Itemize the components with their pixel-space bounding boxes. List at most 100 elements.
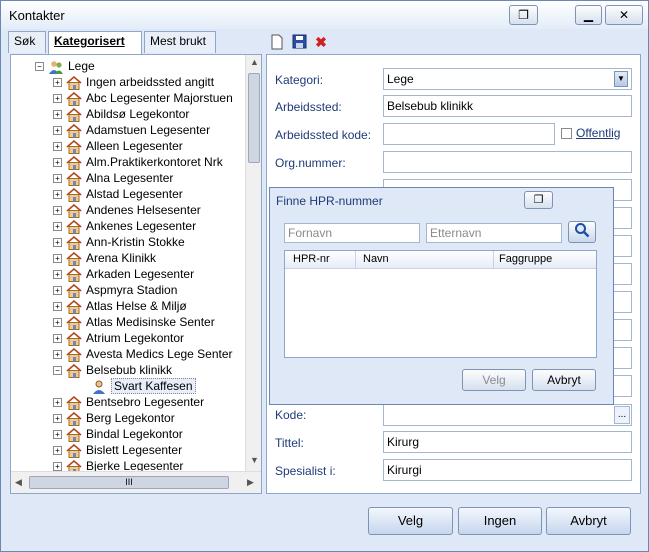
new-document-icon[interactable] bbox=[269, 34, 285, 50]
tree-node-label: Atrium Legekontor bbox=[86, 331, 185, 345]
tree-node-label: Alna Legesenter bbox=[86, 171, 174, 185]
tree-node-arbeidssted[interactable]: + Alm.Praktikerkontoret Nrk bbox=[53, 154, 223, 170]
restore-icon[interactable]: ❐ bbox=[524, 191, 553, 209]
tree-node-arbeidssted[interactable]: + Arena Klinikk bbox=[53, 250, 156, 266]
velg-button[interactable]: Velg bbox=[368, 507, 453, 535]
expand-toggle-icon[interactable]: − bbox=[53, 366, 62, 376]
tree-node-arbeidssted[interactable]: + Alna Legesenter bbox=[53, 170, 173, 186]
expand-toggle-icon[interactable]: + bbox=[53, 350, 62, 360]
tree-node-arbeidssted[interactable]: + Bislett Legesenter bbox=[53, 442, 182, 458]
expand-toggle-icon[interactable]: + bbox=[53, 318, 62, 328]
dialog-velg-button[interactable]: Velg bbox=[462, 369, 526, 391]
tree-node-arbeidssted[interactable]: + Alstad Legesenter bbox=[53, 186, 183, 202]
tree-node-arbeidssted[interactable]: + Bentsebro Legesenter bbox=[53, 394, 204, 410]
expand-toggle-icon[interactable]: + bbox=[53, 254, 62, 264]
expand-toggle-icon[interactable]: + bbox=[53, 222, 62, 232]
tree-node-arbeidssted[interactable]: + Abc Legesenter Majorstuen bbox=[53, 90, 233, 106]
expand-toggle-icon[interactable]: + bbox=[53, 398, 62, 408]
kode-field[interactable] bbox=[383, 404, 632, 426]
tree-node-label: Ingen arbeidssted angitt bbox=[86, 75, 215, 89]
kategori-select[interactable]: Lege ▼ bbox=[383, 68, 632, 90]
restore-icon[interactable]: ❐ bbox=[509, 5, 538, 25]
tree-node-arbeidssted[interactable]: + Adamstuen Legesenter bbox=[53, 122, 210, 138]
dialog-title: Finne HPR-nummer bbox=[276, 194, 383, 208]
category-tree[interactable]: − Lege + Ingen arbeidssted angitt + Abc Leges… bbox=[11, 55, 245, 471]
tree-node-arbeidssted[interactable]: + Alleen Legesenter bbox=[53, 138, 183, 154]
tab-sok[interactable]: Søk bbox=[8, 31, 46, 53]
tree-node-contact[interactable]: Svart Kaffesen bbox=[91, 378, 196, 394]
tree-node-arbeidssted[interactable]: + Ankenes Legesenter bbox=[53, 218, 196, 234]
expand-toggle-icon[interactable]: + bbox=[53, 190, 62, 200]
expand-toggle-icon[interactable]: + bbox=[53, 126, 62, 136]
tree-node-arbeidssted[interactable]: + Ann-Kristin Stokke bbox=[53, 234, 185, 250]
expand-toggle-icon[interactable]: + bbox=[53, 334, 62, 344]
expand-toggle-icon[interactable]: − bbox=[35, 62, 44, 72]
expand-toggle-icon[interactable]: + bbox=[53, 446, 62, 456]
tab-mest-brukt[interactable]: Mest brukt bbox=[144, 31, 216, 53]
tree-node-arbeidssted[interactable]: + Bjerke Legesenter bbox=[53, 458, 183, 471]
spesialist-field[interactable]: Kirurgi bbox=[383, 459, 632, 481]
expand-toggle-icon[interactable]: + bbox=[53, 238, 62, 248]
tree-node-arbeidssted[interactable]: + Berg Legekontor bbox=[53, 410, 175, 426]
tree-node-arbeidssted[interactable]: + Atrium Legekontor bbox=[53, 330, 184, 346]
search-icon[interactable] bbox=[568, 221, 596, 243]
tree-node-arbeidssted[interactable]: + Arkaden Legesenter bbox=[53, 266, 194, 282]
tree-node-label: Abc Legesenter Majorstuen bbox=[86, 91, 233, 105]
expand-toggle-icon[interactable]: + bbox=[53, 462, 62, 471]
hpr-results-grid[interactable]: HPR-nr Navn Faggruppe bbox=[284, 250, 597, 358]
tree-node-arbeidssted[interactable]: + Andenes Helsesenter bbox=[53, 202, 201, 218]
minimize-icon[interactable]: ▁ bbox=[575, 5, 602, 25]
ingen-button[interactable]: Ingen bbox=[458, 507, 542, 535]
avbryt-button[interactable]: Avbryt bbox=[546, 507, 631, 535]
tree-node-label: Ankenes Legesenter bbox=[86, 219, 197, 233]
expand-toggle-icon[interactable]: + bbox=[53, 302, 62, 312]
etternavn-input[interactable]: Etternavn bbox=[426, 223, 562, 243]
arbeidssted-kode-field[interactable] bbox=[383, 123, 555, 145]
tree-node-arbeidssted[interactable]: + Atlas Medisinske Senter bbox=[53, 314, 215, 330]
tree-node-arbeidssted[interactable]: + Atlas Helse & Miljø bbox=[53, 298, 187, 314]
expand-toggle-icon[interactable]: + bbox=[53, 430, 62, 440]
save-icon[interactable] bbox=[291, 34, 307, 50]
expand-toggle-icon[interactable]: + bbox=[53, 414, 62, 424]
close-icon[interactable]: ✕ bbox=[605, 5, 643, 25]
expand-toggle-icon[interactable]: + bbox=[53, 174, 62, 184]
tab-kategorisert[interactable]: Kategorisert bbox=[48, 31, 142, 55]
tree-node-arbeidssted[interactable]: − Belsebub klinikk bbox=[53, 362, 172, 378]
expand-toggle-icon[interactable]: + bbox=[53, 206, 62, 216]
tree-node-label: Atlas Helse & Miljø bbox=[86, 299, 187, 313]
column-hpr-nr[interactable]: HPR-nr bbox=[293, 253, 330, 265]
tree-node-label: Atlas Medisinske Senter bbox=[86, 315, 215, 329]
column-faggruppe[interactable]: Faggruppe bbox=[499, 253, 552, 265]
tree-node-lege[interactable]: − Lege bbox=[35, 58, 95, 74]
horizontal-scroll-thumb[interactable]: III bbox=[29, 476, 229, 489]
chevron-down-icon[interactable]: ▼ bbox=[614, 71, 628, 87]
vertical-scrollbar[interactable]: ▲ ▼ bbox=[245, 55, 261, 471]
arbeidssted-field[interactable]: Belsebub klinikk bbox=[383, 95, 632, 117]
vertical-scroll-thumb[interactable] bbox=[248, 73, 260, 163]
org-nummer-field[interactable] bbox=[383, 151, 632, 173]
tree-node-label: Aspmyra Stadion bbox=[86, 283, 178, 297]
offentlig-checkbox[interactable] bbox=[561, 128, 572, 139]
kode-lookup-button[interactable]: ... bbox=[614, 406, 630, 424]
expand-toggle-icon[interactable]: + bbox=[53, 110, 62, 120]
tree-node-label: Berg Legekontor bbox=[86, 411, 175, 425]
contacts-window: Kontakter ❐ ▁ ✕ Søk Kategorisert Mest br… bbox=[0, 0, 649, 552]
tree-node-arbeidssted[interactable]: + Avesta Medics Lege Senter bbox=[53, 346, 233, 362]
expand-toggle-icon[interactable]: + bbox=[53, 158, 62, 168]
tree-node-arbeidssted[interactable]: + Ingen arbeidssted angitt bbox=[53, 74, 214, 90]
tree-node-arbeidssted[interactable]: + Bindal Legekontor bbox=[53, 426, 183, 442]
expand-toggle-icon[interactable]: + bbox=[53, 142, 62, 152]
tree-node-arbeidssted[interactable]: + Abildsø Legekontor bbox=[53, 106, 189, 122]
expand-toggle-icon[interactable]: + bbox=[53, 78, 62, 88]
column-navn[interactable]: Navn bbox=[363, 253, 389, 265]
arbeidssted-label: Arbeidssted: bbox=[275, 100, 342, 114]
horizontal-scrollbar[interactable]: ◀ III ▶ bbox=[11, 471, 261, 493]
expand-toggle-icon[interactable]: + bbox=[53, 270, 62, 280]
tittel-field[interactable]: Kirurg bbox=[383, 431, 632, 453]
delete-icon[interactable]: ✖ bbox=[313, 34, 329, 50]
expand-toggle-icon[interactable]: + bbox=[53, 94, 62, 104]
tree-node-arbeidssted[interactable]: + Aspmyra Stadion bbox=[53, 282, 177, 298]
fornavn-input[interactable]: Fornavn bbox=[284, 223, 420, 243]
dialog-avbryt-button[interactable]: Avbryt bbox=[532, 369, 596, 391]
expand-toggle-icon[interactable]: + bbox=[53, 286, 62, 296]
